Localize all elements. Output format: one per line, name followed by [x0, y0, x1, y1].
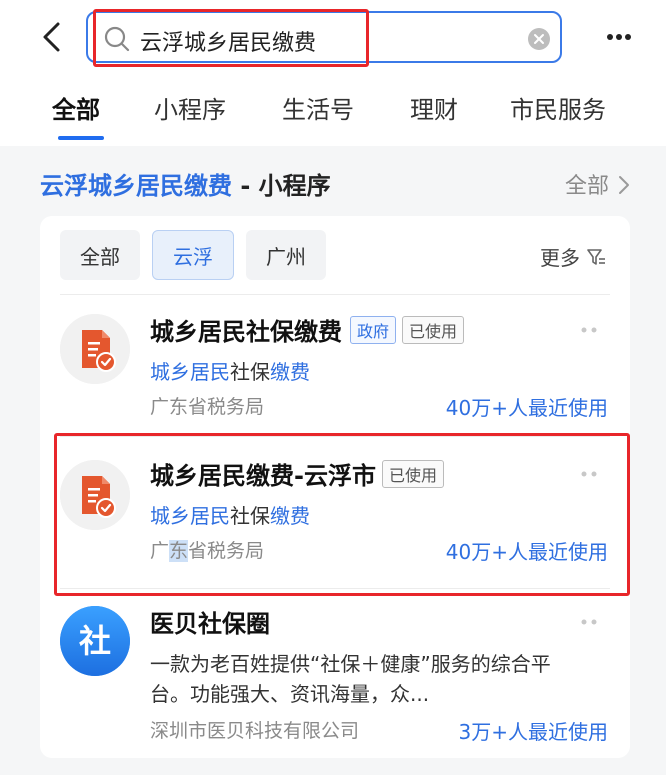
- desc-keyword: 缴费: [270, 360, 310, 384]
- result-organization: 深圳市医贝科技有限公司: [150, 720, 360, 742]
- org-text: 广: [150, 540, 170, 562]
- tab-all[interactable]: 全部: [52, 90, 100, 125]
- mini-program-results-section: 云浮城乡居民缴费 - 小程序 全部 全部 云浮 广州 更多 城乡居民社保缴费 政…: [0, 146, 666, 775]
- desc-text: 社保: [230, 504, 270, 528]
- result-title: 医贝社保圈: [150, 604, 270, 639]
- top-bar: 云浮城乡居民缴费: [0, 0, 666, 76]
- org-text-selected: 东: [169, 540, 189, 562]
- result-description: 城乡居民社保缴费: [150, 356, 310, 385]
- result-usage-count: 40万+人最近使用: [445, 396, 608, 420]
- result-organization: 广东省税务局: [150, 536, 264, 563]
- back-arrow-icon[interactable]: [36, 20, 70, 54]
- tab-finance[interactable]: 理财: [410, 90, 458, 125]
- result-title-text: 医贝社保圈: [150, 610, 270, 638]
- view-all-label: 全部: [564, 174, 609, 199]
- result-title-text: 城乡居民社保缴费: [150, 318, 342, 346]
- desc-keyword: 城乡居民: [150, 360, 230, 384]
- filter-funnel-icon: [587, 248, 605, 265]
- tab-citizen-services[interactable]: 市民服务: [510, 90, 606, 125]
- results-card: 全部 云浮 广州 更多 城乡居民社保缴费 政府 已使用 城乡居民社保缴费 广东省…: [40, 216, 630, 758]
- result-description: 城乡居民社保缴费: [150, 500, 310, 529]
- result-description-line-2: 台。功能强大、资讯海量，众...: [150, 682, 430, 706]
- section-title: 云浮城乡居民缴费 - 小程序: [40, 166, 331, 201]
- tab-mini-programs[interactable]: 小程序: [154, 90, 226, 125]
- result-item[interactable]: 社 医贝社保圈 一款为老百姓提供“社保＋健康”服务的综合平 台。功能强大、资讯海…: [40, 600, 630, 750]
- yibei-logo-icon: 社: [60, 606, 130, 676]
- used-badge: 已使用: [402, 316, 465, 344]
- item-more-icon[interactable]: [580, 470, 600, 478]
- result-organization: 广东省税务局: [150, 396, 265, 418]
- org-text: 省税务局: [188, 540, 265, 562]
- gov-badge: 政府: [350, 316, 397, 344]
- divider: [60, 294, 610, 295]
- search-icon: [104, 26, 130, 52]
- filter-more-button[interactable]: 更多: [540, 242, 606, 271]
- desc-keyword: 城乡居民: [150, 504, 230, 528]
- desc-text: 社保: [230, 360, 270, 384]
- search-input[interactable]: 云浮城乡居民缴费: [86, 11, 562, 63]
- tax-bureau-logo: [60, 460, 130, 530]
- chevron-right-icon: [619, 176, 629, 194]
- section-view-all-link[interactable]: 全部: [565, 168, 630, 200]
- section-title-suffix: - 小程序: [232, 172, 331, 200]
- tax-document-icon: [60, 314, 130, 384]
- used-badge: 已使用: [381, 460, 444, 488]
- tax-document-icon: [60, 460, 130, 530]
- category-tabs: 全部 小程序 生活号 理财 市民服务: [0, 76, 666, 146]
- desc-keyword: 缴费: [270, 504, 310, 528]
- more-options-icon[interactable]: [606, 26, 632, 48]
- yibei-logo: 社: [60, 606, 130, 676]
- result-usage-count: 40万+人最近使用: [445, 540, 608, 564]
- item-more-icon[interactable]: [580, 618, 600, 626]
- section-title-keyword: 云浮城乡居民缴费: [40, 172, 232, 200]
- result-title: 城乡居民缴费-云浮市 已使用: [150, 456, 444, 491]
- active-tab-indicator: [58, 136, 104, 140]
- divider: [60, 436, 610, 437]
- filter-chip-all[interactable]: 全部: [60, 230, 140, 280]
- result-item[interactable]: 城乡居民缴费-云浮市 已使用 城乡居民社保缴费 广东省税务局 40万+人最近使用: [40, 450, 630, 580]
- filter-chip-guangzhou[interactable]: 广州: [246, 230, 326, 280]
- divider: [60, 588, 610, 589]
- tab-life-accounts[interactable]: 生活号: [282, 90, 354, 125]
- result-item[interactable]: 城乡居民社保缴费 政府 已使用 城乡居民社保缴费 广东省税务局 40万+人最近使用: [40, 306, 630, 436]
- clear-icon[interactable]: [528, 28, 550, 50]
- result-usage-count: 3万+人最近使用: [458, 720, 608, 744]
- search-query-text: 云浮城乡居民缴费: [140, 31, 317, 56]
- filter-chip-yunfu[interactable]: 云浮: [152, 230, 234, 280]
- filter-more-label: 更多: [540, 246, 580, 270]
- logo-text: 社: [79, 622, 111, 660]
- result-title: 城乡居民社保缴费 政府 已使用: [150, 312, 465, 347]
- result-title-text: 城乡居民缴费-云浮市: [150, 462, 376, 490]
- item-more-icon[interactable]: [580, 326, 600, 334]
- result-description-line-1: 一款为老百姓提供“社保＋健康”服务的综合平: [150, 652, 551, 676]
- tax-bureau-logo: [60, 314, 130, 384]
